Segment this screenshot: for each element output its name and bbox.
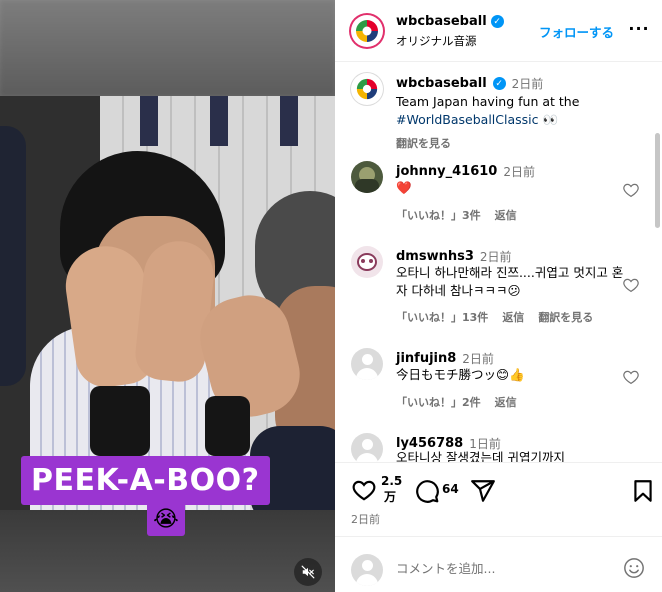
avatar[interactable]: [351, 161, 383, 193]
comments-list[interactable]: wbcbaseball ✓ 2日前 Team Japan having fun …: [335, 63, 662, 462]
caption-meta: 翻訳を見る: [396, 135, 451, 151]
post-panel: wbcbaseball ✓ オリジナル音源 フォローする ··· wbcbase…: [335, 0, 662, 592]
comment-username[interactable]: dmswnhs3: [396, 249, 474, 264]
comment-header: dmswnhs3 2日前: [396, 248, 512, 265]
verified-badge-icon: ✓: [492, 77, 506, 90]
post-actions: 2.5 万 64 2日前: [335, 462, 662, 536]
original-audio-link[interactable]: オリジナル音源: [396, 33, 477, 49]
comment-likes[interactable]: 「いいね！」2件: [396, 394, 481, 410]
comment-username[interactable]: johnny_41610: [396, 164, 497, 179]
follow-button[interactable]: フォローする: [539, 22, 614, 41]
add-comment-input[interactable]: [396, 557, 616, 579]
add-comment-bar: [335, 536, 662, 592]
comment-header: johnny_41610 2日前: [396, 163, 535, 180]
like-comment-heart-icon[interactable]: [622, 276, 640, 294]
wbc-logo-icon: [356, 78, 378, 100]
like-heart-icon[interactable]: [351, 477, 377, 503]
comment-text: ❤️: [396, 180, 412, 195]
current-user-avatar-icon: [351, 554, 383, 586]
eyes-emoji: 👀: [542, 112, 559, 127]
like-count-number: 2.5: [381, 474, 403, 488]
video-player[interactable]: PEEK-A-BOO? 😭: [0, 0, 335, 592]
caption-avatar[interactable]: [351, 73, 383, 105]
comment-bubble-icon[interactable]: [414, 478, 440, 504]
wbc-avatar[interactable]: [349, 13, 385, 49]
comment-text: 今日もモチ勝つッ😊👍: [396, 367, 525, 382]
crying-emoji: 😭: [147, 502, 185, 536]
peek-a-boo-caption: PEEK-A-BOO?: [21, 456, 270, 505]
header-username[interactable]: wbcbaseball: [396, 14, 487, 29]
caption-username[interactable]: wbcbaseball: [396, 76, 487, 91]
comment-username[interactable]: jinfujin8: [396, 351, 456, 366]
wbc-logo-icon: [355, 19, 379, 43]
caption-time[interactable]: 2日前: [512, 75, 544, 92]
like-comment-heart-icon[interactable]: [622, 368, 640, 386]
comment-header: jinfujin8 2日前: [396, 350, 494, 367]
reply-button[interactable]: 返信: [495, 394, 517, 410]
default-avatar-icon[interactable]: [351, 433, 383, 462]
like-count[interactable]: 2.5 万: [381, 473, 403, 505]
player-left-edge: [0, 126, 26, 386]
header-username-row: wbcbaseball ✓: [396, 14, 504, 29]
comment-text: 오타니 하나만해라 진쯔....귀엽고 멋지고 혼자 다하네 참나ㅋㅋㅋ😕: [396, 265, 624, 298]
avatar[interactable]: [351, 246, 383, 278]
muted-speaker-icon: [301, 565, 315, 579]
mute-button[interactable]: [294, 558, 322, 586]
share-send-icon[interactable]: [470, 478, 496, 504]
comment-meta: 「いいね！」13件 返信 翻訳を見る: [396, 309, 593, 325]
like-count-unit: 万: [383, 490, 396, 504]
comment-text: 오타니상 잘생겼는데 귀엽기까지: [396, 450, 565, 462]
video-frame: [0, 96, 335, 510]
comment-count[interactable]: 64: [442, 482, 459, 496]
save-bookmark-icon[interactable]: [630, 478, 656, 504]
comment-time[interactable]: 2日前: [462, 350, 494, 367]
verified-badge-icon: ✓: [490, 15, 504, 28]
wristband: [90, 386, 150, 456]
emoji-smiley-icon[interactable]: [623, 557, 645, 579]
comment-meta: 「いいね！」3件 返信: [396, 207, 517, 223]
comment-likes[interactable]: 「いいね！」13件: [396, 309, 488, 325]
wristband-teammate: [205, 396, 250, 456]
comments-scrollbar[interactable]: [655, 133, 660, 228]
default-avatar-icon[interactable]: [351, 348, 383, 380]
reply-button[interactable]: 返信: [495, 207, 517, 223]
caption-text-body: Team Japan having fun at the: [396, 94, 580, 109]
like-comment-heart-icon[interactable]: [622, 181, 640, 199]
translate-link[interactable]: 翻訳を見る: [538, 309, 593, 325]
caption-text: Team Japan having fun at the #WorldBaseb…: [396, 93, 626, 129]
post-header: wbcbaseball ✓ オリジナル音源 フォローする ···: [335, 0, 662, 62]
reply-button[interactable]: 返信: [502, 309, 524, 325]
hashtag-link[interactable]: #WorldBaseballClassic: [396, 112, 539, 127]
comment-likes[interactable]: 「いいね！」3件: [396, 207, 481, 223]
post-timestamp[interactable]: 2日前: [351, 511, 380, 527]
comment-meta: 「いいね！」2件 返信: [396, 394, 517, 410]
comment-time[interactable]: 2日前: [503, 163, 535, 180]
comment-time[interactable]: 2日前: [480, 248, 512, 265]
caption-translate-link[interactable]: 翻訳を見る: [396, 135, 451, 151]
more-options-icon[interactable]: ···: [627, 20, 651, 40]
video-background-blur: [0, 0, 335, 96]
caption-header: wbcbaseball ✓ 2日前: [396, 75, 543, 92]
